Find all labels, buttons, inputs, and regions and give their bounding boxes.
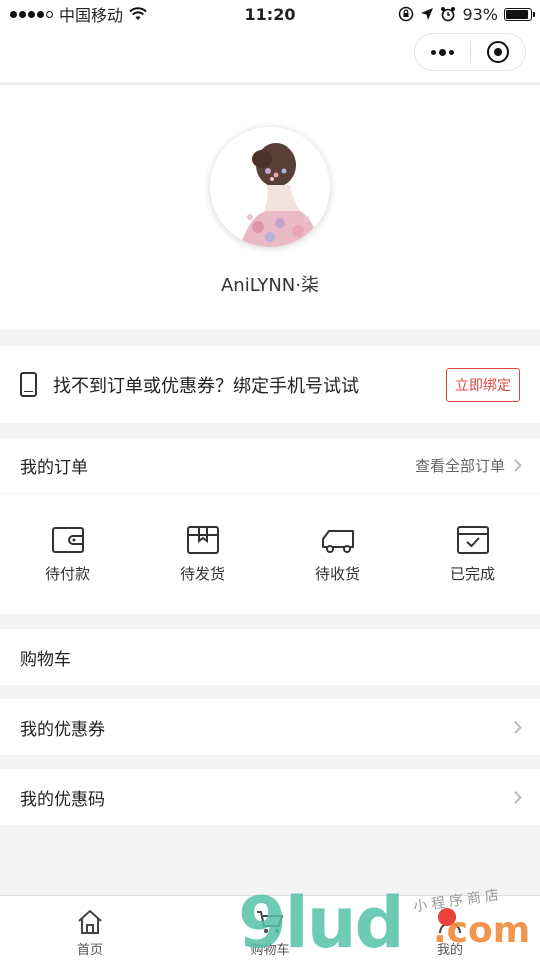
tab-home[interactable]: 首页 [0,896,180,960]
close-miniprogram-button[interactable] [471,41,526,63]
signal-strength-icon [10,10,53,18]
navigation-bar [0,28,540,84]
cart-icon [257,911,283,933]
carrier-label: 中国移动 [59,6,124,25]
order-status-pending-receipt[interactable]: 待收货 [270,494,405,614]
signal-dot [46,10,53,18]
shopping-cart-row[interactable]: 购物车 [0,629,540,685]
bind-now-button[interactable]: 立即绑定 [446,367,520,402]
chevron-right-icon [509,720,522,734]
battery-icon [504,7,535,21]
order-status-label: 待发货 [179,564,225,583]
more-dots-icon[interactable] [415,48,470,56]
my-coupons-label: 我的优惠券 [20,719,105,740]
target-close-icon [486,41,509,63]
order-status-label: 待收货 [314,564,360,583]
battery-percent: 93% [462,4,498,24]
bind-phone-text: 找不到订单或优惠券？绑定手机号试试 [53,375,359,397]
more-dot [438,48,446,56]
my-coupon-codes-row[interactable]: 我的优惠码 [0,769,540,825]
order-status-pending-shipment[interactable]: 待发货 [135,494,270,614]
shopping-cart-label: 购物车 [20,649,71,670]
status-right: 93% [398,4,535,24]
box-icon [186,525,219,554]
avatar[interactable] [210,127,330,247]
more-dot [448,49,454,55]
capsule-menu [414,33,526,71]
signal-dot [37,10,44,18]
location-icon [421,8,434,20]
tab-cart[interactable]: 购物车 [180,896,360,960]
tab-label: 首页 [76,943,103,958]
chevron-right-icon [509,790,522,804]
chevron-right-icon [509,459,522,472]
signal-dot [10,10,17,18]
alarm-icon [441,7,456,22]
order-status-completed[interactable]: 已完成 [405,494,540,614]
profile-section: AniLYNN·柒 [0,85,540,330]
orders-title: 我的订单 [20,458,88,478]
profile-icon [439,911,461,934]
order-status-grid: 待付款 待发货 待收货 已完成 [0,494,540,614]
battery-fill [506,9,529,19]
tab-profile[interactable]: 我的 [360,896,540,960]
my-coupon-codes-label: 我的优惠码 [20,789,105,810]
view-all-orders-label: 查看全部订单 [414,457,505,475]
signal-dot [28,10,35,18]
order-status-pending-payment[interactable]: 待付款 [0,494,135,614]
target-center [493,48,502,56]
tab-bar: 首页 购物车 我的 [0,895,540,960]
order-status-label: 待付款 [44,564,90,583]
orders-section: 我的订单 查看全部订单 待付款 待发货 待收货 已完成 [0,438,540,614]
phone-icon [20,372,37,397]
signal-dot [19,10,26,18]
status-bar: 中国移动 11:20 93% [0,0,540,28]
wallet-icon [51,526,84,553]
truck-icon [321,529,354,553]
more-dot [430,49,436,55]
wifi-icon [129,7,147,20]
my-coupons-row[interactable]: 我的优惠券 [0,699,540,755]
username: AniLYNN·柒 [220,275,319,296]
tab-label: 我的 [436,943,463,958]
avatar-illustration [210,127,330,247]
tab-label: 购物车 [250,943,290,958]
order-status-label: 已完成 [449,564,495,583]
bind-phone-row: 找不到订单或优惠券？绑定手机号试试 立即绑定 [0,346,540,423]
view-all-orders-link[interactable]: 查看全部订单 [414,455,522,476]
status-left: 中国移动 [10,2,147,26]
orders-header[interactable]: 我的订单 查看全部订单 [0,438,540,494]
rotation-lock-icon [399,6,414,22]
completed-icon [456,525,489,554]
home-icon [78,910,102,934]
